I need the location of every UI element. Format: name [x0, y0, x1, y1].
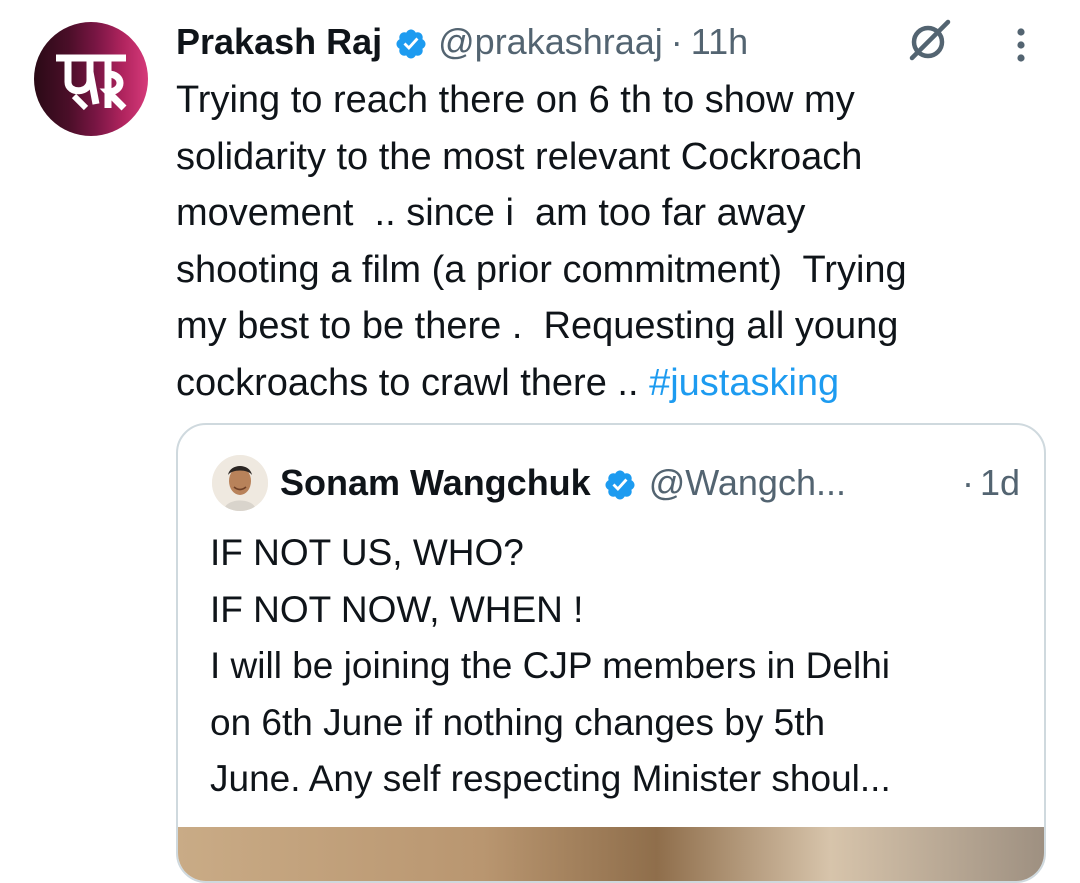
tweet-time[interactable]: 11h	[691, 18, 748, 66]
quoted-tweet-header: Sonam Wangchuk @Wangch... · 1d	[280, 459, 1020, 507]
quoted-author-name[interactable]: Sonam Wangchuk	[280, 459, 591, 507]
author-name[interactable]: Prakash Raj	[176, 18, 382, 66]
hashtag-link[interactable]: #justasking	[649, 362, 839, 404]
tweet-text: Trying to reach there on 6 th to show my…	[176, 72, 1046, 412]
separator-dot: ·	[961, 462, 974, 503]
separator-dot: ·	[670, 21, 683, 62]
tweet-body: Trying to reach there on 6 th to show my…	[176, 79, 907, 404]
tweet-header: Prakash Raj @prakashraaj · 11h	[176, 18, 748, 66]
quoted-tweet-time-group: · 1d	[962, 459, 1020, 507]
quoted-tweet-time[interactable]: 1d	[980, 462, 1020, 503]
author-handle[interactable]: @prakashraaj	[438, 18, 663, 66]
quoted-tweet-media[interactable]	[178, 827, 1044, 881]
quoted-tweet-card[interactable]: Sonam Wangchuk @Wangch... · 1d IF NOT US,…	[176, 423, 1046, 883]
person-photo-icon	[212, 455, 268, 511]
verified-badge-icon	[394, 25, 428, 59]
quoted-tweet-text: IF NOT US, WHO? IF NOT NOW, WHEN ! I wil…	[210, 532, 891, 799]
more-vertical-icon[interactable]	[1008, 26, 1034, 64]
author-avatar[interactable]	[34, 22, 148, 136]
quoted-author-handle[interactable]: @Wangch...	[649, 459, 846, 507]
pr-monogram-logo	[56, 54, 127, 111]
verified-badge-icon	[603, 466, 637, 500]
quoted-author-avatar[interactable]	[212, 455, 268, 511]
grok-icon[interactable]	[904, 18, 954, 64]
tweet[interactable]: Prakash Raj @prakashraaj · 11h Trying to…	[0, 0, 1080, 883]
